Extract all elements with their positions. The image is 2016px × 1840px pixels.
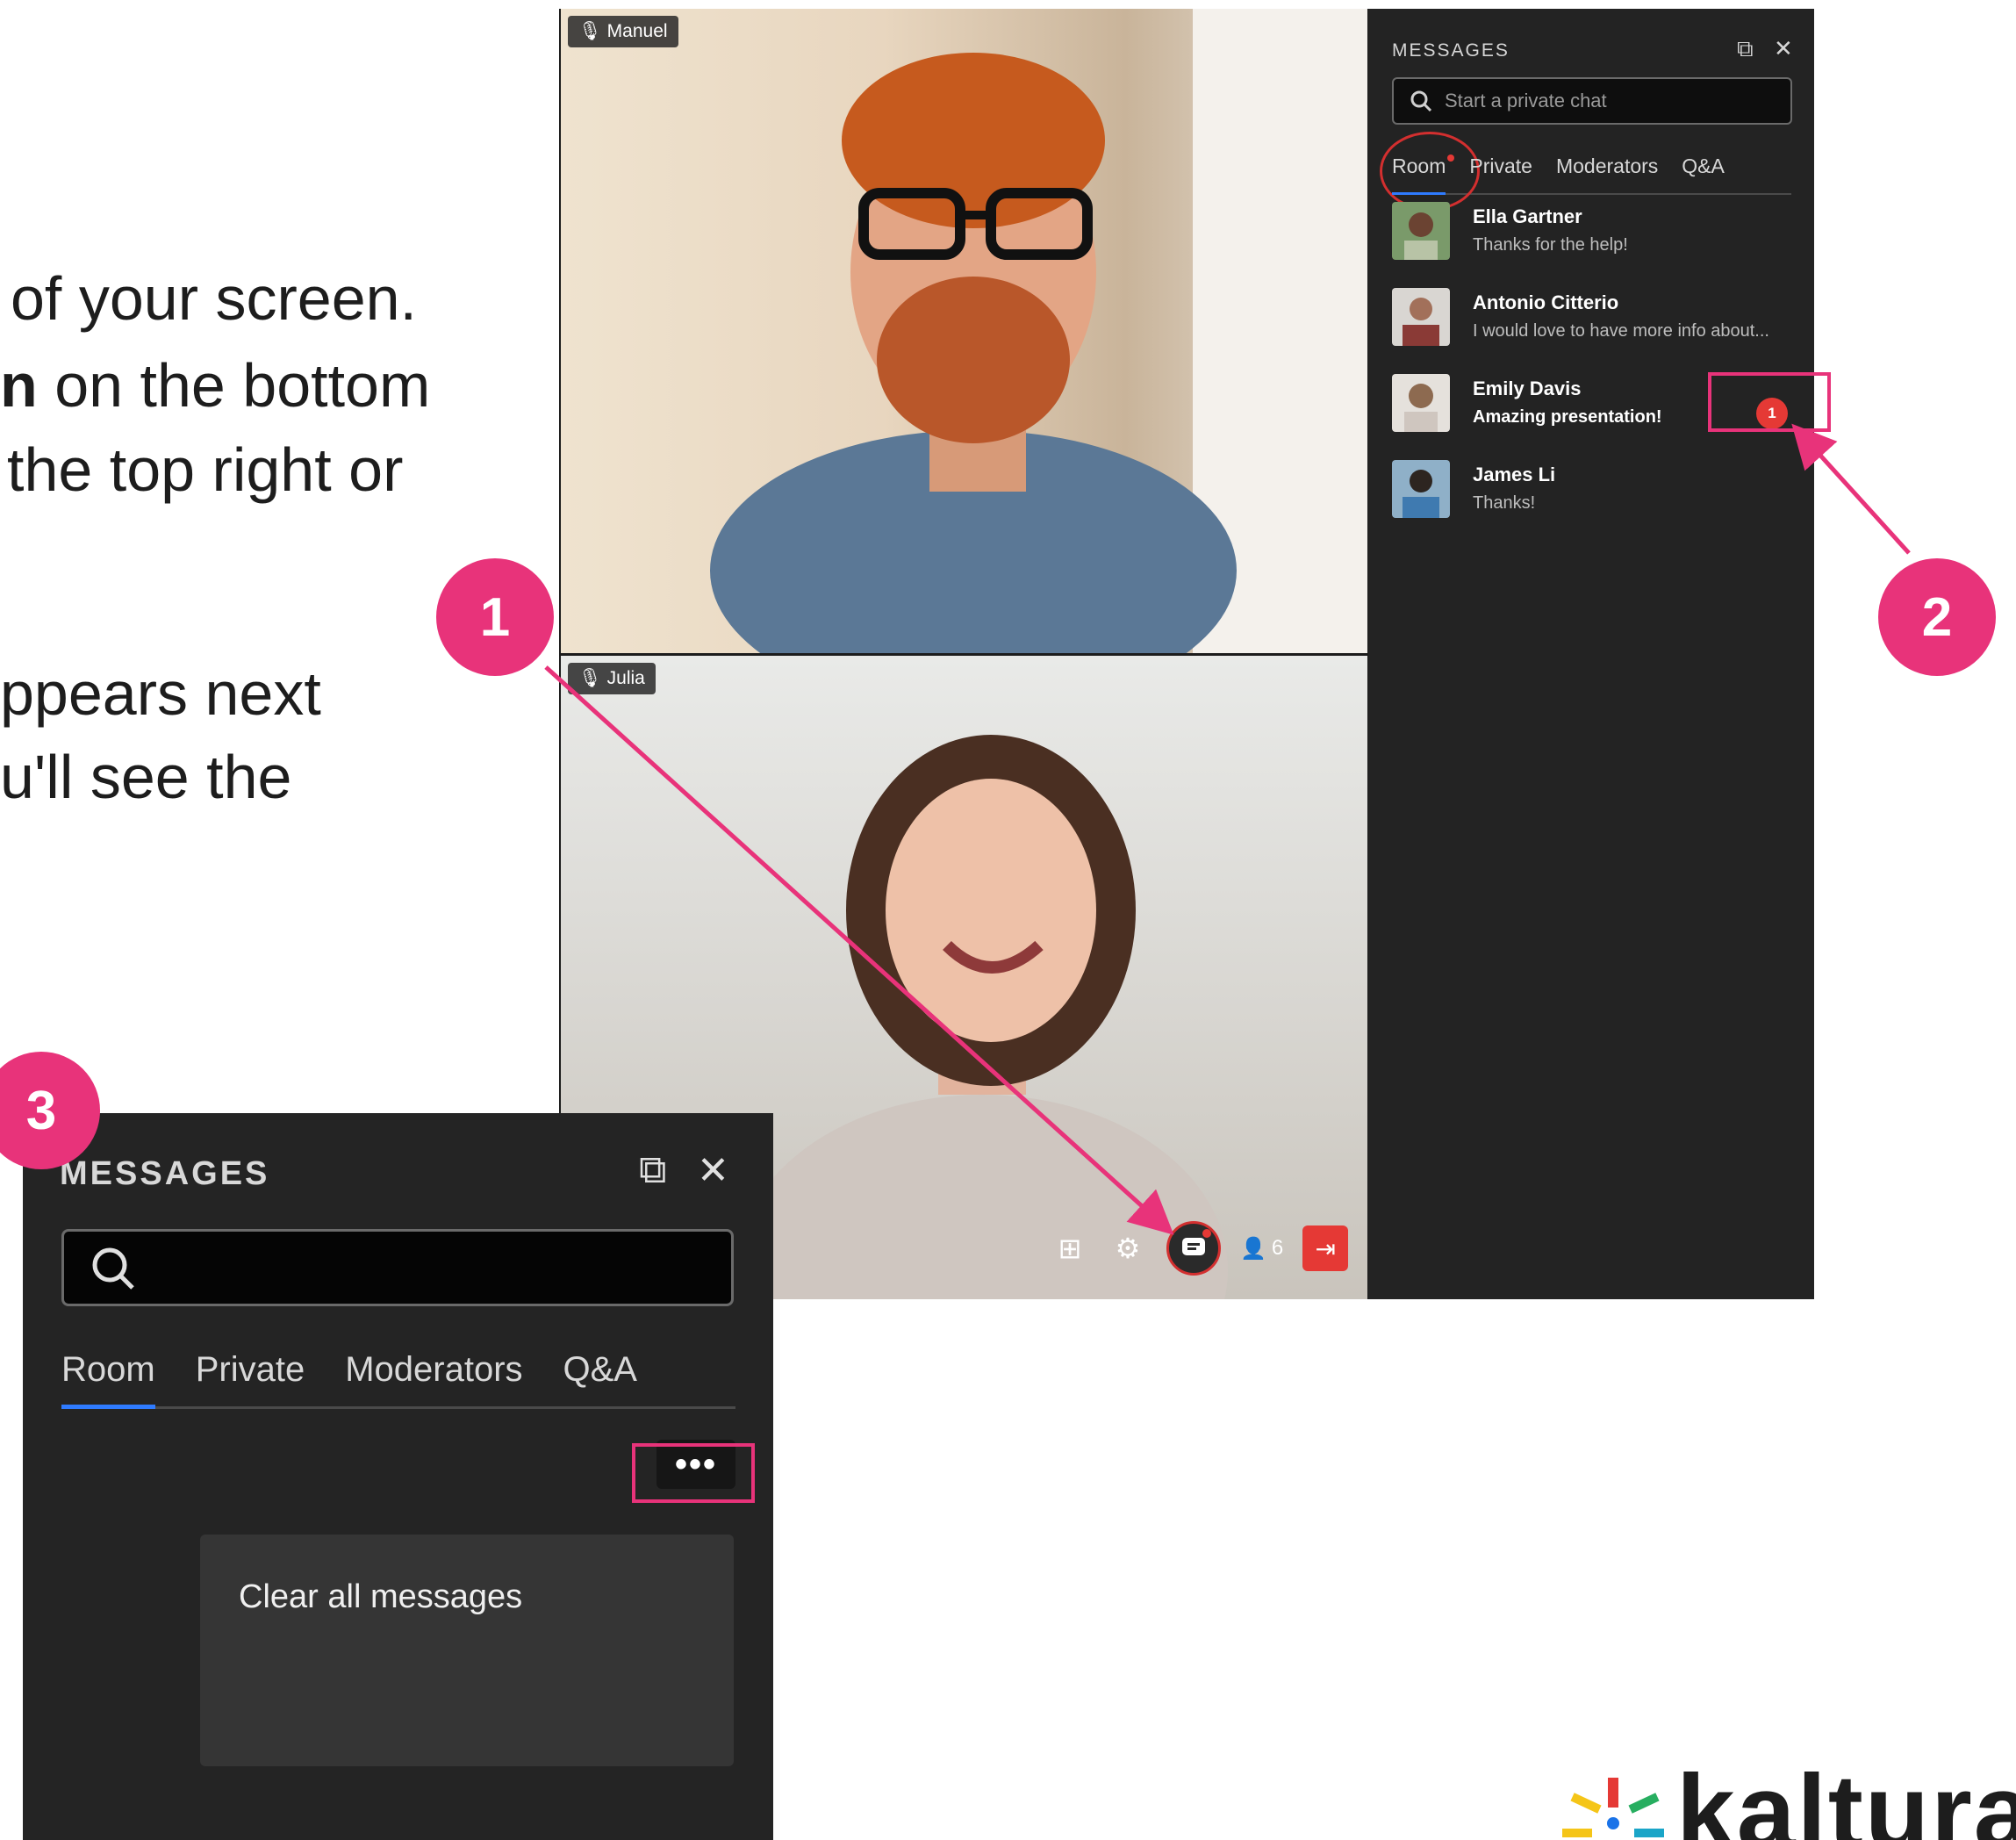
logo-text: kaltura (1676, 1760, 2016, 1840)
clear-all-messages-item[interactable]: Clear all messages (239, 1578, 522, 1616)
callout-1: 1 (436, 558, 554, 676)
tab-private[interactable]: Private (196, 1343, 305, 1406)
tab-room[interactable]: Room (61, 1343, 155, 1409)
tab-qa[interactable]: Q&A (563, 1343, 637, 1406)
more-highlight-box (632, 1443, 755, 1503)
panel-title: MESSAGES (60, 1155, 270, 1192)
tab-moderators[interactable]: Moderators (345, 1343, 522, 1406)
options-menu: Clear all messages (200, 1535, 734, 1766)
chat-tabs: Room Private Moderators Q&A (61, 1343, 735, 1409)
logo-mark-icon (1562, 1778, 1664, 1837)
search-input[interactable] (61, 1229, 734, 1306)
popout-icon[interactable]: ⧉ (639, 1148, 666, 1192)
search-icon (92, 1247, 134, 1290)
kaltura-logo: kaltura (1545, 1760, 2016, 1840)
close-icon[interactable]: ✕ (697, 1148, 729, 1193)
callout-2: 2 (1878, 558, 1996, 676)
